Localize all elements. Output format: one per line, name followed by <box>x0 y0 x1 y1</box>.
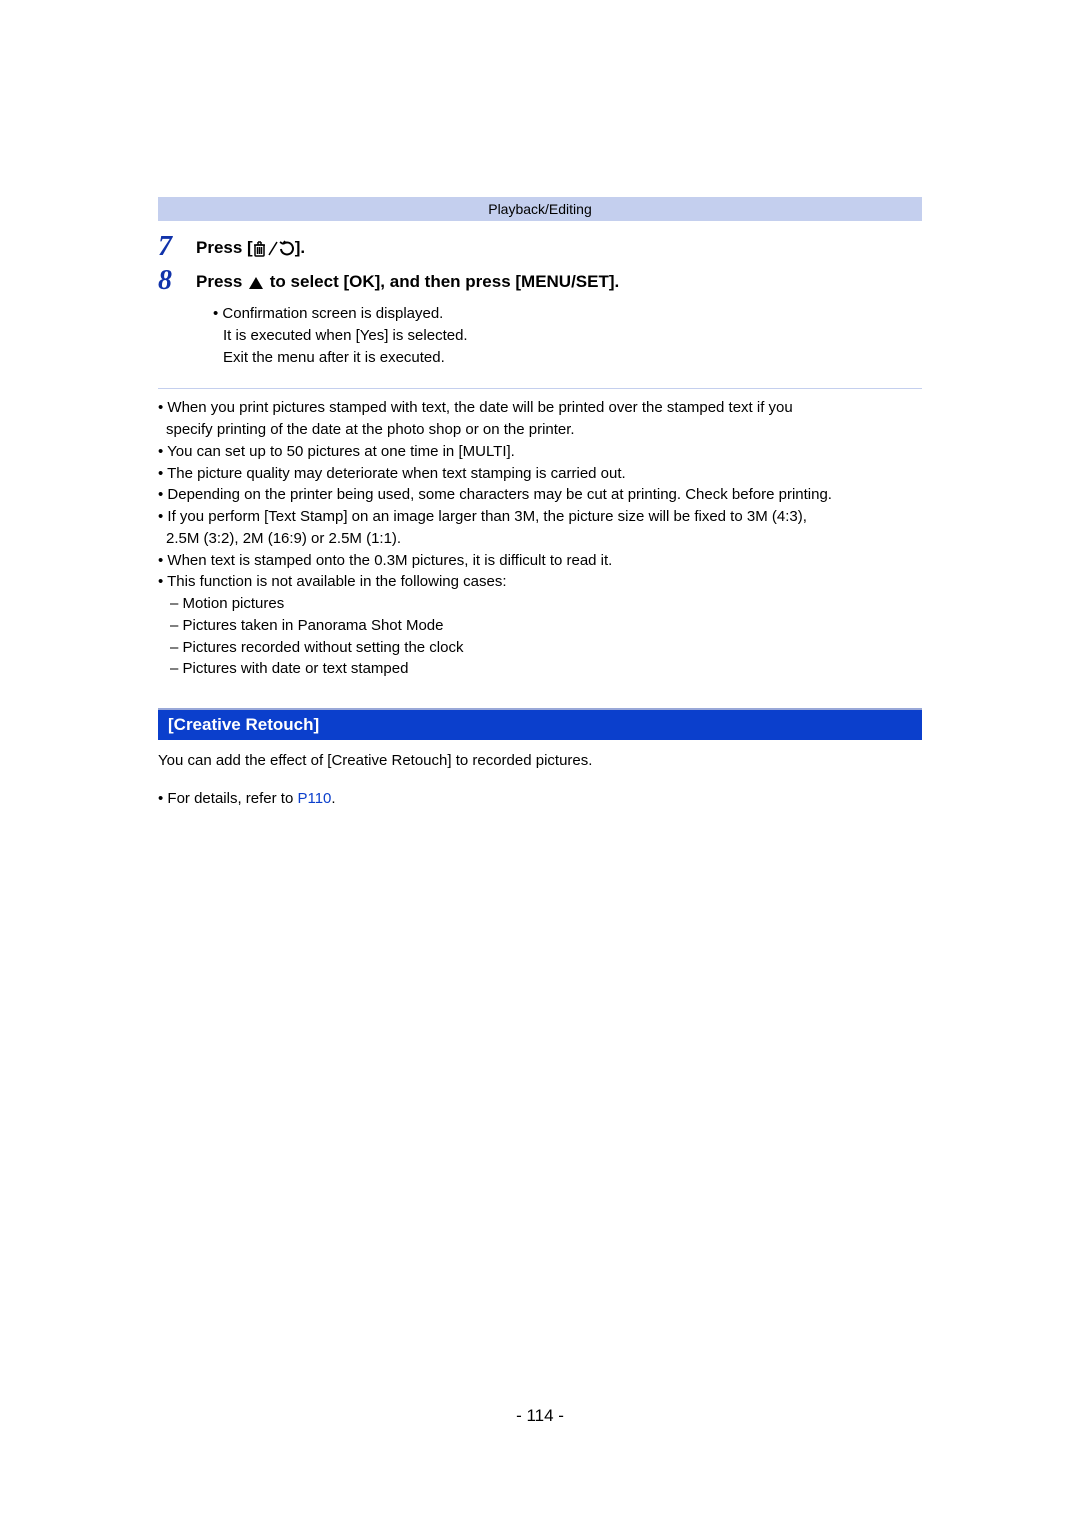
note-5: • If you perform [Text Stamp] on an imag… <box>158 506 922 528</box>
note-7: • This function is not available in the … <box>158 571 922 593</box>
note-3: • The picture quality may deteriorate wh… <box>158 463 922 485</box>
triangle-up-icon <box>249 277 263 289</box>
confirmation-line-2: It is executed when [Yes] is selected. <box>213 325 922 347</box>
page-number: - 114 - <box>0 1406 1080 1426</box>
note-7d: – Pictures with date or text stamped <box>158 658 922 680</box>
step-8-text: Press to select [OK], and then press [ME… <box>196 267 619 292</box>
note-6: • When text is stamped onto the 0.3M pic… <box>158 550 922 572</box>
note-7c: – Pictures recorded without setting the … <box>158 637 922 659</box>
section-heading-creative-retouch: [Creative Retouch] <box>158 708 922 740</box>
note-7b: – Pictures taken in Panorama Shot Mode <box>158 615 922 637</box>
step-8-prefix: Press <box>196 272 247 291</box>
breadcrumb: Playback/Editing <box>158 197 922 221</box>
confirmation-line-3: Exit the menu after it is executed. <box>213 347 922 369</box>
ref-prefix: • For details, refer to <box>158 790 297 807</box>
step-number-8: 8 <box>158 267 196 295</box>
step-8-suffix: to select [OK], and then press [MENU/SET… <box>265 272 619 291</box>
note-7a: – Motion pictures <box>158 593 922 615</box>
divider <box>158 388 922 389</box>
trash-return-icon <box>253 240 295 258</box>
ref-link-p110[interactable]: P110 <box>297 790 331 807</box>
note-1b: specify printing of the date at the phot… <box>158 419 922 441</box>
confirmation-line-1: • Confirmation screen is displayed. <box>213 303 922 325</box>
step-7-prefix: Press [ <box>196 238 253 257</box>
note-4: • Depending on the printer being used, s… <box>158 484 922 506</box>
step-7-suffix: ]. <box>295 238 305 257</box>
reference-line: • For details, refer to P110. <box>158 790 922 807</box>
step-number-7: 7 <box>158 233 196 261</box>
ref-suffix: . <box>331 790 335 807</box>
step-7-text: Press []. <box>196 233 305 258</box>
notes-section: • When you print pictures stamped with t… <box>158 397 922 680</box>
note-1: • When you print pictures stamped with t… <box>158 397 922 419</box>
step-7: 7 Press []. <box>158 233 922 261</box>
note-5b: 2.5M (3:2), 2M (16:9) or 2.5M (1:1). <box>158 528 922 550</box>
step-8: 8 Press to select [OK], and then press [… <box>158 267 922 295</box>
creative-retouch-body: You can add the effect of [Creative Reto… <box>158 750 922 772</box>
confirmation-block: • Confirmation screen is displayed. It i… <box>213 303 922 368</box>
note-2: • You can set up to 50 pictures at one t… <box>158 441 922 463</box>
